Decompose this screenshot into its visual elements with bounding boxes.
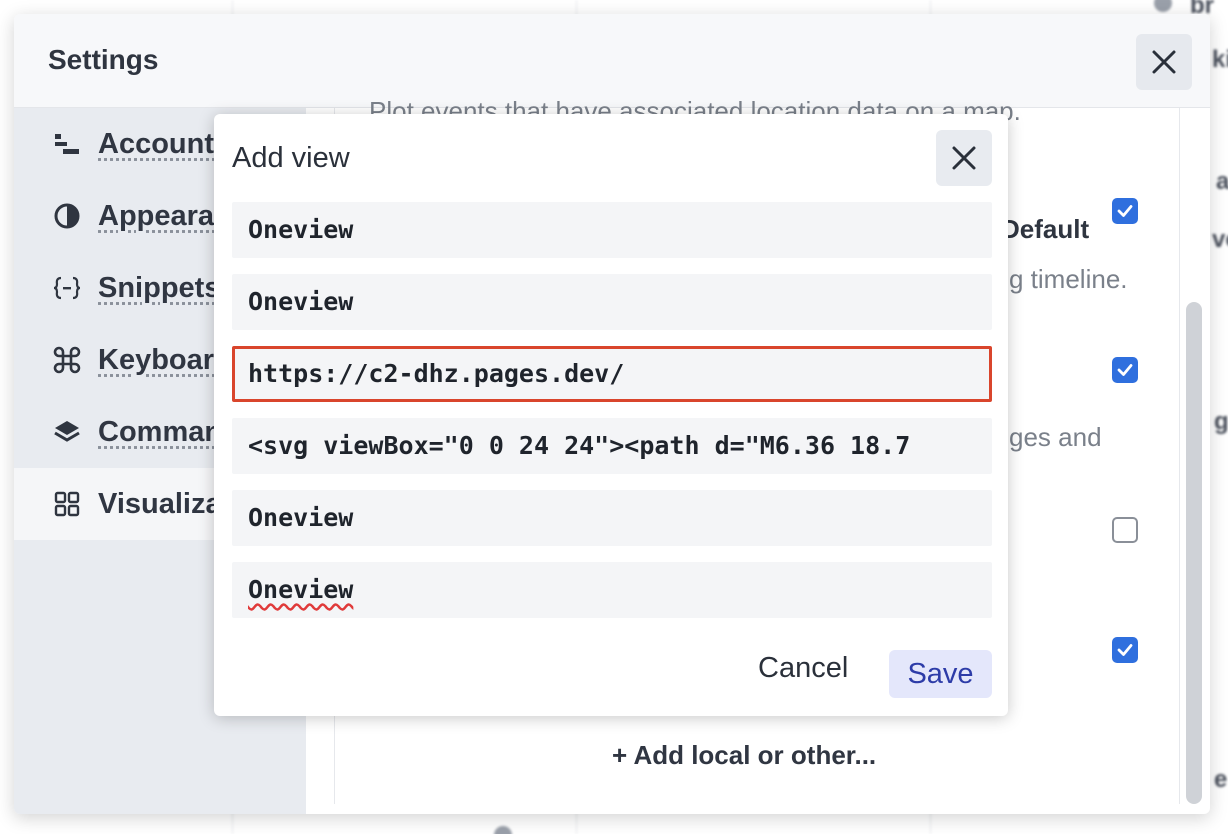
default-checkbox[interactable] xyxy=(1112,198,1138,224)
checkmark-icon xyxy=(1116,202,1134,220)
default-label: Default xyxy=(1001,214,1089,245)
settings-title: Settings xyxy=(48,44,158,76)
add-local-button[interactable]: + Add local or other... xyxy=(612,740,876,771)
snippets-icon xyxy=(52,273,82,303)
view-name-field[interactable]: Oneview xyxy=(232,562,992,618)
settings-close-button[interactable] xyxy=(1136,34,1192,90)
commands-icon xyxy=(52,417,82,447)
sidebar-item-label: Snippets xyxy=(98,272,220,305)
visualizations-icon xyxy=(52,489,82,519)
add-view-dialog: Add view Oneview Oneview https://c2-dhz.… xyxy=(214,114,1008,716)
background-text: a xyxy=(1216,168,1228,196)
sidebar-item-label: Account xyxy=(98,128,214,161)
checkmark-icon xyxy=(1116,361,1134,379)
settings-header: Settings xyxy=(14,14,1210,108)
background-text: e xyxy=(1214,766,1227,794)
option-checkbox[interactable] xyxy=(1112,357,1138,383)
checkmark-icon xyxy=(1116,641,1134,659)
background-dot xyxy=(494,826,512,834)
view-name-field[interactable]: Oneview xyxy=(232,490,992,546)
view-name-field[interactable]: Oneview xyxy=(232,274,992,330)
save-button[interactable]: Save xyxy=(889,650,992,698)
dialog-close-button[interactable] xyxy=(936,130,992,186)
keyboard-icon xyxy=(52,345,82,375)
option-checkbox[interactable] xyxy=(1112,637,1138,663)
spellcheck-text: Oneview xyxy=(248,575,353,604)
background-dot xyxy=(1154,0,1172,12)
appearance-icon xyxy=(52,201,82,231)
sidebar-item-label: Keyboard xyxy=(98,344,232,377)
view-name-field[interactable]: Oneview xyxy=(232,202,992,258)
close-icon xyxy=(1151,49,1177,75)
content-description: ges and xyxy=(1009,422,1102,453)
background-text: g xyxy=(1214,408,1228,436)
content-description: g timeline. xyxy=(1009,264,1128,295)
account-icon xyxy=(52,129,82,159)
cancel-button[interactable]: Cancel xyxy=(758,652,848,685)
dialog-title: Add view xyxy=(232,142,350,175)
background-text: vo xyxy=(1212,226,1228,254)
view-url-field[interactable]: https://c2-dhz.pages.dev/ xyxy=(232,346,992,402)
close-icon xyxy=(951,145,977,171)
scrollbar[interactable] xyxy=(1186,302,1202,804)
view-icon-field[interactable]: <svg viewBox="0 0 24 24"><path d="M6.36 … xyxy=(232,418,992,474)
option-checkbox[interactable] xyxy=(1112,517,1138,543)
background-text: ki xyxy=(1212,46,1228,74)
